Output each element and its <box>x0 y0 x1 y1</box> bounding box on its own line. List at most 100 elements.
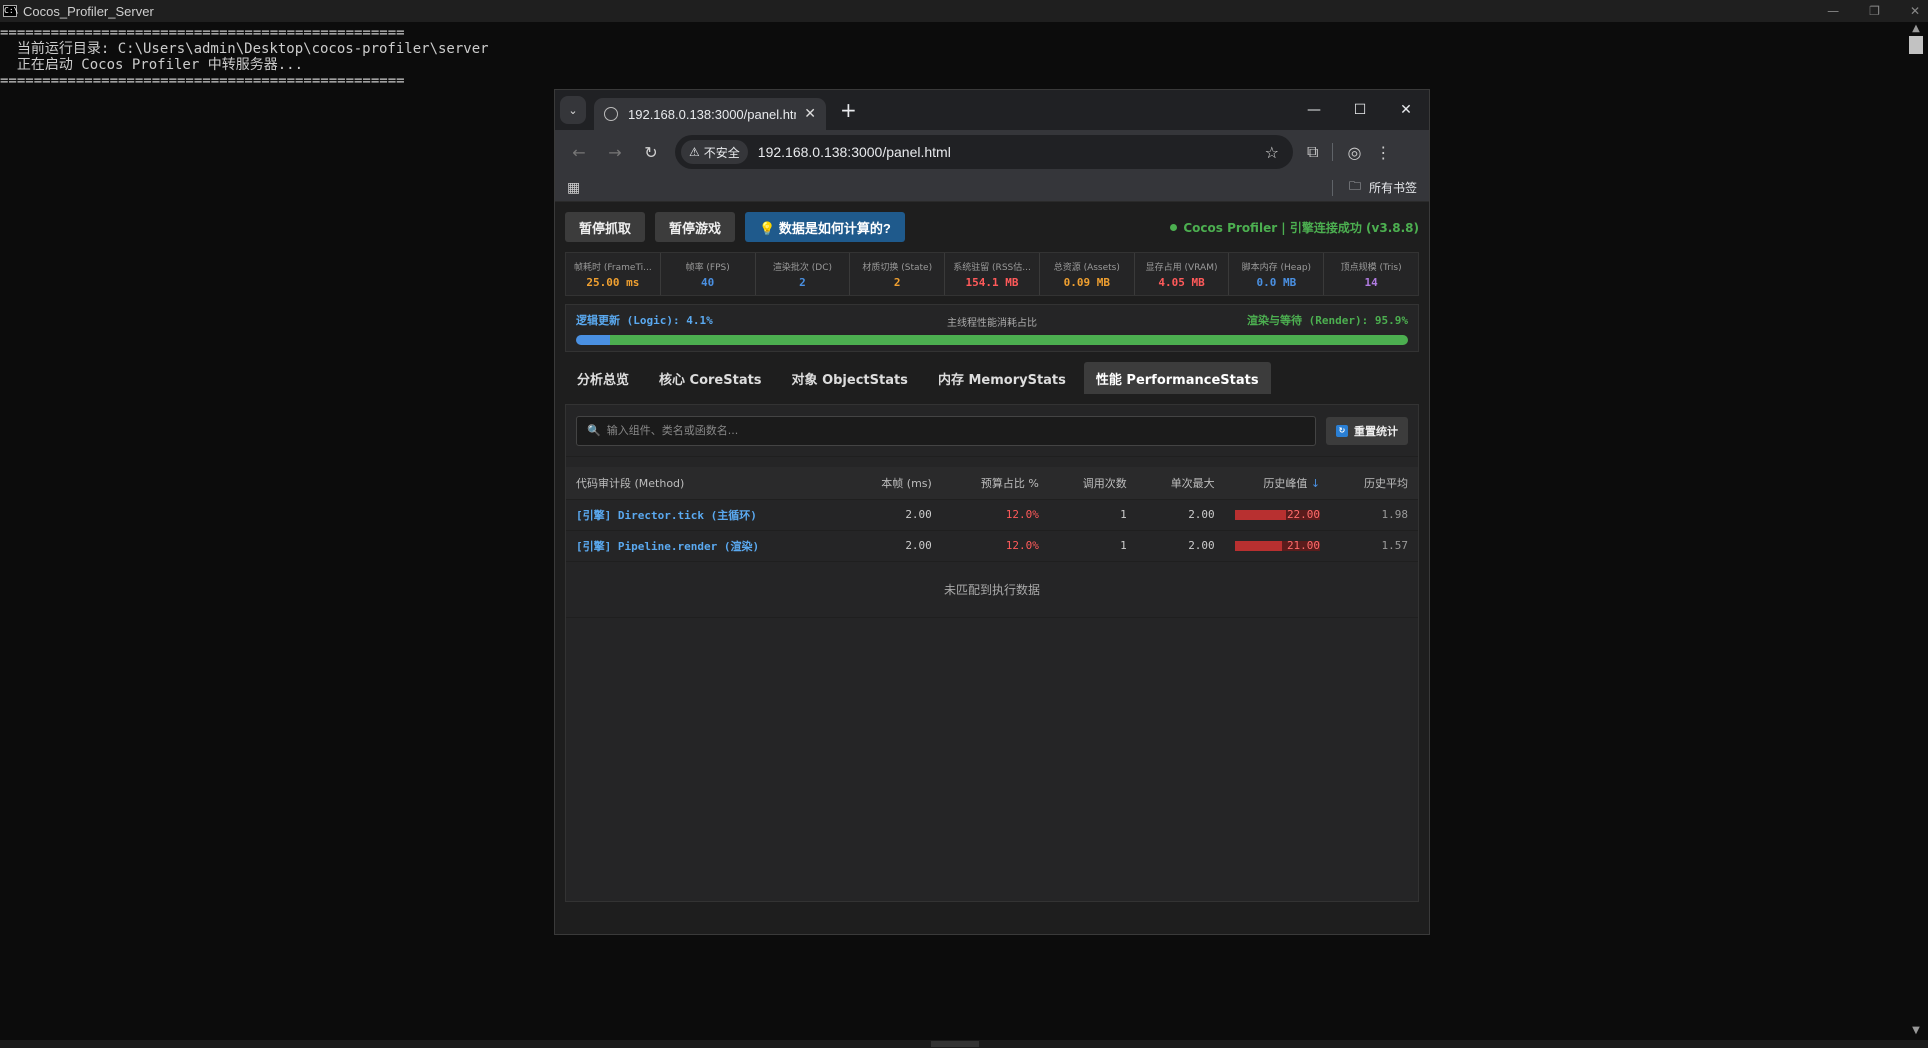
menu-icon[interactable]: ⋮ <box>1375 143 1391 162</box>
horizontal-scroll-thumb[interactable] <box>931 1041 979 1047</box>
console-close-icon[interactable]: ✕ <box>1910 4 1920 18</box>
console-line: ========================================… <box>0 73 405 89</box>
status-dot-icon <box>1170 223 1178 231</box>
maximize-icon[interactable]: ☐ <box>1337 90 1383 130</box>
tab-分析总览[interactable]: 分析总览 <box>565 362 641 394</box>
stat-cell: 顶点规模 (Tris) 14 <box>1324 253 1418 295</box>
tab-close-icon[interactable]: ✕ <box>804 106 816 122</box>
search-input[interactable] <box>606 424 1305 437</box>
console-app-icon: C:\ <box>3 5 19 17</box>
cell-calls: 1 <box>1048 530 1137 562</box>
apps-grid-icon[interactable]: ▦ <box>567 180 580 196</box>
stat-label: 顶点规模 (Tris) <box>1340 262 1402 273</box>
security-chip[interactable]: ⚠ 不安全 <box>681 140 748 164</box>
tab-memorystats[interactable]: 内存 MemoryStats <box>926 362 1078 394</box>
how-calculated-button[interactable]: 💡 数据是如何计算的? <box>745 212 905 242</box>
cell-method: [引擎] Pipeline.render (渲染) <box>566 530 845 562</box>
console-scrollbar[interactable]: ▲ ▼ <box>1908 22 1924 1038</box>
stat-value: 154.1 MB <box>965 275 1019 289</box>
stat-value: 40 <box>701 275 715 289</box>
tab-objectstats[interactable]: 对象 ObjectStats <box>780 362 920 394</box>
browser-window-controls: — ☐ ✕ <box>1291 90 1429 130</box>
scroll-thumb[interactable] <box>1909 36 1923 54</box>
console-restore-icon[interactable]: ❐ <box>1869 4 1880 18</box>
stat-value: 0.09 MB <box>1063 275 1110 289</box>
cell-ratio: 12.0% <box>941 530 1049 562</box>
stat-value: 14 <box>1364 275 1378 289</box>
stat-value: 4.05 MB <box>1158 275 1205 289</box>
stat-label: 系统驻留 (RSS估... <box>953 262 1031 273</box>
new-tab-icon[interactable]: + <box>840 98 857 122</box>
profile-icon[interactable]: ◎ <box>1347 143 1361 162</box>
taskbar-strip <box>0 1040 1928 1048</box>
browser-window: ⌄ 192.168.0.138:3000/panel.html ✕ + — ☐ … <box>554 89 1430 935</box>
col-peak-label: 历史峰值 <box>1263 476 1308 490</box>
stat-cell: 系统驻留 (RSS估... 154.1 MB <box>945 253 1040 295</box>
tab-corestats[interactable]: 核心 CoreStats <box>647 362 774 394</box>
col-calls[interactable]: 调用次数 <box>1048 467 1137 500</box>
table-body: [引擎] Director.tick (主循环) 2.00 12.0% 1 2.00 22… <box>566 499 1418 618</box>
stat-label: 帧耗时 (FrameTi... <box>574 262 652 273</box>
minimize-icon[interactable]: — <box>1291 90 1337 130</box>
col-avg[interactable]: 历史平均 <box>1330 467 1418 500</box>
stat-cell: 材质切换 (State) 2 <box>850 253 946 295</box>
console-minimize-icon[interactable]: — <box>1827 4 1839 18</box>
peak-fill <box>1234 540 1282 551</box>
forward-icon[interactable]: → <box>601 138 629 166</box>
col-max[interactable]: 单次最大 <box>1136 467 1225 500</box>
pause-game-button[interactable]: 暂停游戏 <box>655 212 736 242</box>
tab-search-icon[interactable]: ⌄ <box>560 96 586 124</box>
stat-cell: 脚本内存 (Heap) 0.0 MB <box>1229 253 1325 295</box>
pause-capture-button[interactable]: 暂停抓取 <box>565 212 646 242</box>
tab-title: 192.168.0.138:3000/panel.html <box>628 106 797 122</box>
bookmark-star-icon[interactable]: ☆ <box>1265 143 1279 162</box>
cell-peak: 22.00 <box>1224 499 1331 531</box>
close-icon[interactable]: ✕ <box>1383 90 1429 130</box>
tab-performancestats[interactable]: 性能 PerformanceStats <box>1083 362 1271 394</box>
browser-tab[interactable]: 192.168.0.138:3000/panel.html ✕ <box>594 98 826 130</box>
search-box[interactable]: 🔍 <box>576 415 1316 446</box>
stat-value: 25.00 ms <box>586 275 640 289</box>
all-bookmarks-label: 所有书签 <box>1368 181 1417 195</box>
cell-frame: 2.00 <box>844 530 942 562</box>
address-bar[interactable]: ⚠ 不安全 192.168.0.138:3000/panel.html ☆ <box>675 135 1293 169</box>
folder-icon: 🗀 <box>1348 179 1361 193</box>
console-titlebar[interactable]: C:\ Cocos_Profiler_Server — ❐ ✕ <box>0 0 1928 22</box>
search-row: 🔍 ↻ 重置统计 <box>566 405 1418 457</box>
reset-stats-button[interactable]: ↻ 重置统计 <box>1326 416 1408 445</box>
col-frame[interactable]: 本帧 (ms) <box>844 467 942 500</box>
back-icon[interactable]: ← <box>565 138 593 166</box>
reload-icon[interactable]: ↻ <box>637 138 665 166</box>
scroll-up-icon[interactable]: ▲ <box>1908 22 1924 36</box>
table-header-row: 代码审计段 (Method) 本帧 (ms) 预算占比 % 调用次数 单次最大 … <box>566 467 1418 500</box>
profiler-tabs: 分析总览 核心 CoreStats 对象 ObjectStats 内存 MemoryS… <box>565 362 1419 394</box>
empty-message: 未匹配到执行数据 <box>566 561 1418 618</box>
bookmarks-bar: ▦ 🗀 所有书签 <box>555 174 1429 202</box>
stat-cell: 渲染批次 (DC) 2 <box>756 253 851 295</box>
cell-ratio: 12.0% <box>941 499 1049 531</box>
url-text[interactable]: 192.168.0.138:3000/panel.html <box>758 144 1265 160</box>
scroll-down-icon[interactable]: ▼ <box>1908 1024 1924 1038</box>
col-ratio[interactable]: 预算占比 % <box>941 467 1049 500</box>
performance-panel: 🔍 ↻ 重置统计 代码审计段 (Method) 本帧 (ms) 预算占比 % 调… <box>565 404 1419 902</box>
stat-label: 材质切换 (State) <box>862 262 933 273</box>
console-window-controls: — ❐ ✕ <box>1827 0 1920 22</box>
col-method[interactable]: 代码审计段 (Method) <box>566 467 845 500</box>
insecure-label: 不安全 <box>703 145 740 160</box>
table-row[interactable]: [引擎] Pipeline.render (渲染) 2.00 12.0% 1 2.00 2… <box>566 530 1418 562</box>
cell-peak: 21.00 <box>1224 530 1331 562</box>
stat-label: 渲染批次 (DC) <box>772 262 832 273</box>
col-peak[interactable]: 历史峰值 ↓ <box>1224 467 1331 500</box>
all-bookmarks[interactable]: 🗀 所有书签 <box>1331 177 1417 198</box>
stat-cell: 帧率 (FPS) 40 <box>661 253 756 295</box>
performance-table: 代码审计段 (Method) 本帧 (ms) 预算占比 % 调用次数 单次最大 … <box>566 467 1418 618</box>
connection-status: Cocos Profiler | 引擎连接成功 (v3.8.8) <box>1170 219 1419 236</box>
cell-max: 2.00 <box>1136 530 1225 562</box>
extensions-icon[interactable]: ⧉ <box>1307 142 1318 162</box>
stat-cell: 显存占用 (VRAM) 4.05 MB <box>1135 253 1230 295</box>
console-line: 正在启动 Cocos Profiler 中转服务器... <box>0 57 304 73</box>
stats-bar: 帧耗时 (FrameTi... 25.00 ms 帧率 (FPS) 40 渲染批次 (D… <box>565 252 1419 296</box>
console-title: Cocos_Profiler_Server <box>23 3 154 19</box>
cell-calls: 1 <box>1048 499 1137 531</box>
table-row[interactable]: [引擎] Director.tick (主循环) 2.00 12.0% 1 2.00 22… <box>566 499 1418 531</box>
